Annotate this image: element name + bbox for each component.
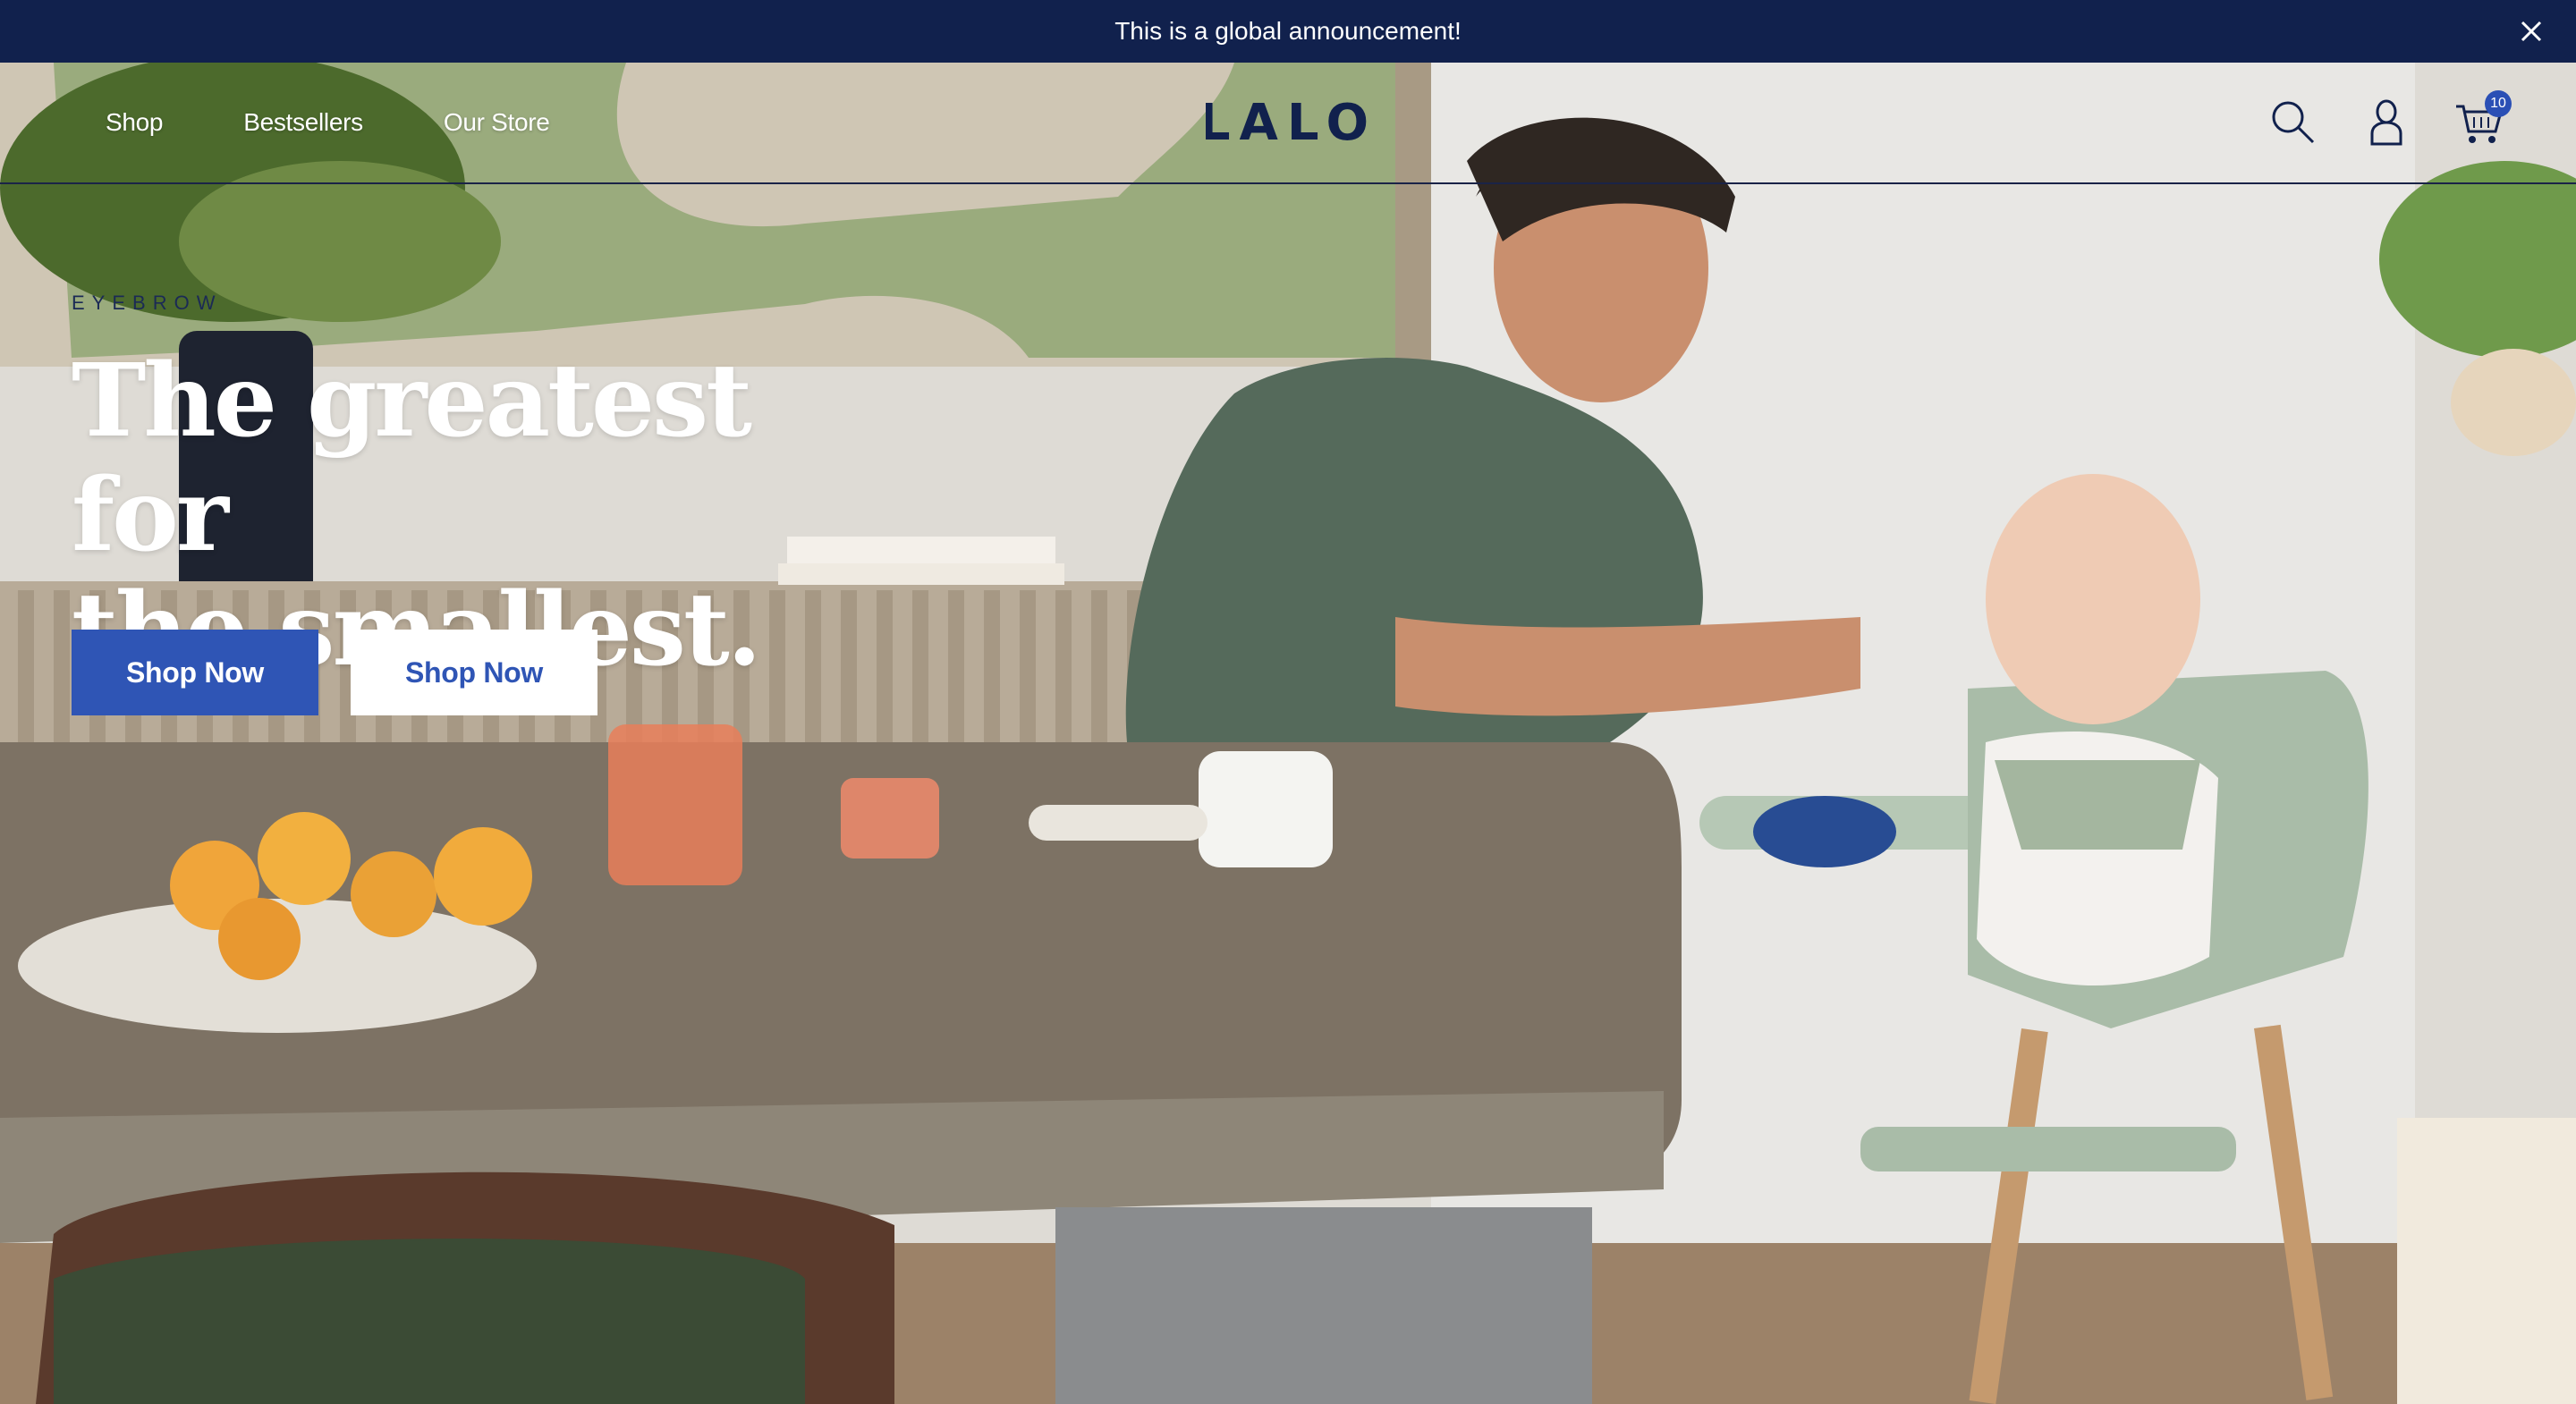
nav-item-shop[interactable]: Shop: [106, 108, 164, 137]
nav-item-bestsellers[interactable]: Bestsellers: [243, 108, 363, 137]
hero-image: [0, 63, 2576, 1404]
announcement-bar: This is a global announcement!: [0, 0, 2576, 63]
hero-eyebrow: EYEBROW: [72, 292, 223, 314]
site-header: Shop Bestsellers Our Store LALO 10: [0, 63, 2576, 184]
shop-now-secondary-button[interactable]: Shop Now: [351, 630, 597, 715]
shop-now-primary-button[interactable]: Shop Now: [72, 630, 318, 715]
nav-item-our-store[interactable]: Our Store: [444, 108, 550, 137]
search-icon[interactable]: [2268, 97, 2318, 148]
svg-text:LALO: LALO: [1206, 95, 1370, 150]
cart-count-badge: 10: [2485, 90, 2512, 117]
hero-cta-group: Shop Now Shop Now: [72, 630, 597, 715]
header-icons: 10: [2268, 89, 2512, 156]
brand-logo[interactable]: LALO: [1206, 95, 1370, 150]
close-icon[interactable]: [2513, 13, 2549, 49]
announcement-text: This is a global announcement!: [1114, 17, 1462, 45]
main-nav: Shop Bestsellers Our Store: [106, 63, 550, 182]
headline-line-1: The greatest for: [72, 343, 752, 574]
cart-button[interactable]: 10: [2454, 90, 2512, 148]
hero-photo-scene: [0, 63, 2576, 1404]
user-icon[interactable]: [2361, 97, 2411, 148]
